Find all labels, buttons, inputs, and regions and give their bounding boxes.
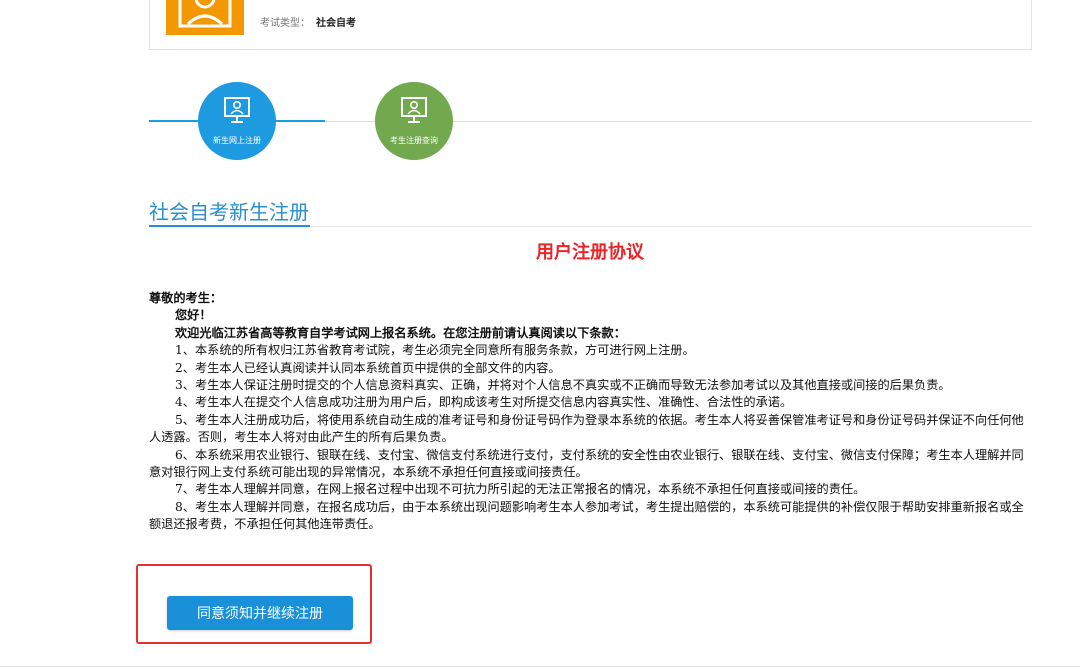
- bottom-divider: [0, 666, 1080, 667]
- agreement-clause: 4、考生本人在提交个人信息成功注册为用户后，即构成该考生对所提交信息内容真实性、…: [175, 395, 793, 410]
- agreement-clause: 1、本系统的所有权归江苏省教育考试院，考生必须完全同意所有服务条款，方可进行网上…: [175, 343, 695, 358]
- step-label: 考生注册查询: [390, 136, 438, 145]
- agreement-clause: 2、考生本人已经认真阅读并认同本系统首页中提供的全部文件的内容。: [175, 360, 561, 375]
- agreement-intro: 欢迎光临江苏省高等教育自学考试网上报名系统。在您注册前请认真阅读以下条款：: [175, 325, 626, 340]
- exam-type-value: 社会自考: [316, 18, 356, 29]
- agree-continue-button[interactable]: 同意须知并继续注册: [167, 596, 353, 630]
- step-registration-query[interactable]: 考生注册查询: [375, 82, 453, 160]
- agreement-clause: 5、考生本人注册成功后，将使用系统自动生成的准考证号和身份证号码作为登录本系统的…: [149, 412, 1024, 445]
- agreement-text: 尊敬的考生： 您好！ 欢迎光临江苏省高等教育自学考试网上报名系统。在您注册前请认…: [149, 290, 1029, 534]
- agreement-clause: 3、考生本人保证注册时提交的个人信息资料真实、正确，并将对个人信息不真实或不正确…: [175, 378, 951, 393]
- agreement-greeting: 尊敬的考生：: [149, 291, 223, 305]
- agreement-clause: 8、考生本人理解并同意，在报名成功后，由于本系统出现问题影响考生本人参加考试，考…: [149, 499, 1024, 532]
- exam-type-label: 考试类型：: [260, 18, 310, 29]
- agreement-hello: 您好！: [175, 308, 212, 323]
- user-avatar-icon: [178, 0, 232, 28]
- section-title-underline: [149, 225, 310, 227]
- monitor-user-icon: [224, 97, 250, 123]
- step-label: 新生网上注册: [213, 136, 261, 145]
- agreement-title: 用户注册协议: [536, 242, 644, 263]
- exam-type: 考试类型： 社会自考: [260, 14, 356, 29]
- step-new-registration[interactable]: 新生网上注册: [198, 82, 276, 160]
- section-title: 社会自考新生注册: [149, 200, 309, 224]
- avatar: [166, 0, 244, 35]
- monitor-user-icon: [401, 97, 427, 123]
- user-info-card: 考试类型： 社会自考: [149, 0, 1032, 50]
- agreement-clause: 7、考生本人理解并同意，在网上报名过程中出现不可抗力所引起的无法正常报名的情况，…: [175, 482, 866, 497]
- agreement-clause: 6、本系统采用农业银行、银联在线、支付宝、微信支付系统进行支付，支付系统的安全性…: [149, 447, 1024, 480]
